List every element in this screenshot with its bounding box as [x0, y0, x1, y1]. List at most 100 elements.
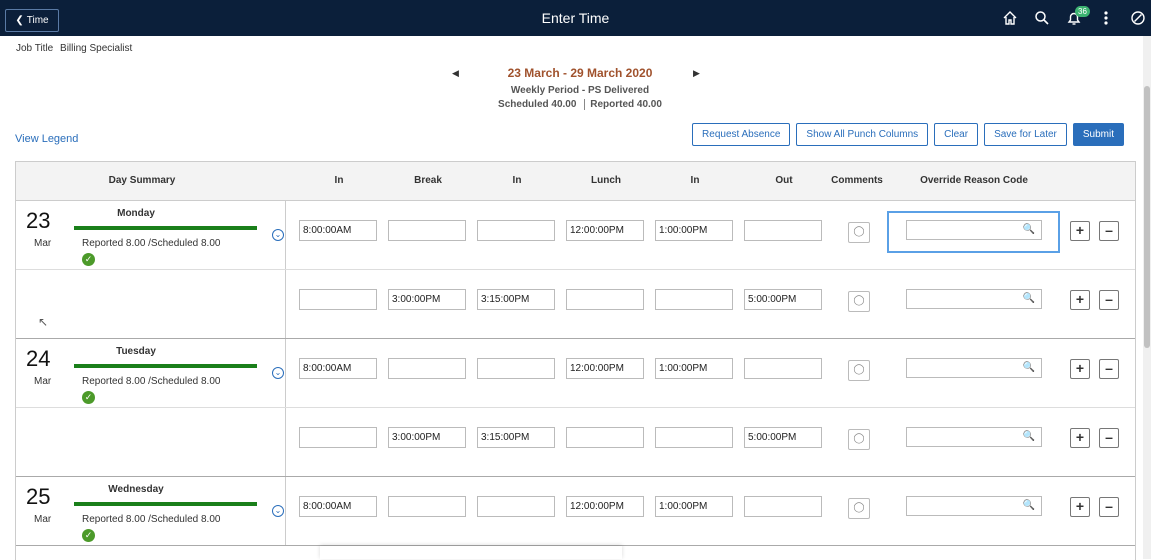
period-summary: 23 March - 29 March 2020 Weekly Period -… — [450, 66, 710, 110]
remove-row-button[interactable]: – — [1099, 497, 1119, 517]
punch-time-input[interactable]: 5:00:00PM — [744, 427, 822, 448]
search-icon[interactable]: 🔍 — [1023, 500, 1035, 511]
punch-time-input[interactable]: 1:00:00PM — [655, 358, 733, 379]
scrollbar[interactable] — [1143, 36, 1151, 559]
grid-body: 23 Mar Monday Reported 8.00 /Scheduled 8.00… — [16, 201, 1135, 546]
column-header: Out — [775, 175, 793, 186]
remove-row-button[interactable]: – — [1099, 359, 1119, 379]
punch-time-input[interactable]: 5:00:00PM — [744, 289, 822, 310]
override-reason-input[interactable]: 🔍 — [906, 289, 1042, 309]
punch-time-input[interactable] — [477, 220, 555, 241]
punch-time-input[interactable]: 3:15:00PM — [477, 427, 555, 448]
punch-time-input[interactable]: 1:00:00PM — [655, 496, 733, 517]
add-row-button[interactable]: + — [1070, 428, 1090, 448]
punch-time-input[interactable] — [299, 289, 377, 310]
override-reason-input[interactable]: 🔍 — [906, 220, 1042, 240]
comment-icon[interactable]: ◯ — [848, 429, 870, 450]
punch-time-input[interactable] — [566, 427, 644, 448]
remove-row-button[interactable]: – — [1099, 428, 1119, 448]
column-header: Break — [414, 175, 442, 186]
column-header: In — [512, 175, 522, 186]
punch-row: 3:00:00PM 3:15:00PM 5:00:00PM ◯ 🔍 + – — [16, 407, 1135, 476]
add-row-button[interactable]: + — [1070, 359, 1090, 379]
column-header: In — [334, 175, 344, 186]
punch-row: 3:00:00PM 3:15:00PM 5:00:00PM ◯ 🔍 + – — [16, 269, 1135, 338]
punch-time-input[interactable]: 3:15:00PM — [477, 289, 555, 310]
punch-time-input[interactable] — [744, 358, 822, 379]
chevron-left-icon: ❮ — [15, 15, 24, 26]
compass-icon[interactable] — [1125, 0, 1151, 36]
punch-time-input[interactable]: 12:00:00PM — [566, 358, 644, 379]
punch-time-input[interactable] — [566, 289, 644, 310]
bell-icon[interactable]: 36 — [1061, 0, 1090, 36]
header-icons: 36 — [991, 0, 1151, 36]
punch-time-input[interactable]: 8:00:00AM — [299, 220, 377, 241]
remove-row-button[interactable]: – — [1099, 221, 1119, 241]
period-range: 23 March - 29 March 2020 — [507, 66, 653, 80]
save-for-later-button[interactable]: Save for Later — [984, 123, 1067, 146]
comment-icon[interactable]: ◯ — [848, 291, 870, 312]
more-icon[interactable] — [1093, 0, 1119, 36]
punch-time-input[interactable] — [477, 496, 555, 517]
override-reason-input[interactable]: 🔍 — [906, 358, 1042, 378]
top-bar: ❮ Time Enter Time 36 — [0, 0, 1151, 36]
job-title-value: Billing Specialist — [60, 43, 133, 54]
punch-time-input[interactable]: 12:00:00PM — [566, 220, 644, 241]
mouse-cursor-icon: ↖ — [38, 315, 49, 329]
request-absence-button[interactable]: Request Absence — [692, 123, 791, 146]
view-legend-link[interactable]: View Legend — [15, 133, 78, 145]
day-group: 23 Mar Monday Reported 8.00 /Scheduled 8.00… — [16, 201, 1135, 339]
back-button[interactable]: ❮ Time — [5, 9, 59, 32]
punch-time-input[interactable] — [655, 289, 733, 310]
punch-time-input[interactable] — [655, 427, 733, 448]
time-grid: Day Summary In Break In Lunch In Out Com… — [15, 161, 1136, 560]
punch-row: 8:00:00AM 12:00:00PM 1:00:00PM ◯ 🔍 + – — [16, 201, 1135, 269]
add-row-button[interactable]: + — [1070, 290, 1090, 310]
punch-time-input[interactable] — [388, 220, 466, 241]
period-type: Weekly Period - PS Delivered — [510, 85, 650, 96]
column-header: In — [690, 175, 700, 186]
column-header: Override Reason Code — [920, 175, 1028, 186]
reported-value: 40.00 — [636, 99, 662, 110]
add-row-button[interactable]: + — [1070, 221, 1090, 241]
home-icon[interactable] — [997, 0, 1023, 36]
comment-icon[interactable]: ◯ — [848, 222, 870, 243]
search-icon[interactable] — [1029, 0, 1055, 36]
punch-time-input[interactable]: 8:00:00AM — [299, 496, 377, 517]
comment-icon[interactable]: ◯ — [848, 360, 870, 381]
column-header: Comments — [831, 175, 883, 186]
column-header: Day Summary — [108, 175, 176, 186]
punch-time-input[interactable] — [388, 358, 466, 379]
override-reason-input[interactable]: 🔍 — [906, 427, 1042, 447]
popup-panel — [320, 546, 622, 559]
punch-time-input[interactable] — [388, 496, 466, 517]
punch-time-input[interactable]: 3:00:00PM — [388, 427, 466, 448]
scheduled-label: Scheduled — [498, 99, 549, 110]
punch-time-input[interactable] — [299, 427, 377, 448]
search-icon[interactable]: 🔍 — [1023, 362, 1035, 373]
search-icon[interactable]: 🔍 — [1023, 293, 1035, 304]
day-group: 25 Mar Wednesday Reported 8.00 /Scheduled 8… — [16, 477, 1135, 546]
search-icon[interactable]: 🔍 — [1023, 431, 1035, 442]
punch-row: 8:00:00AM 12:00:00PM 1:00:00PM ◯ 🔍 + – — [16, 477, 1135, 545]
punch-row: 8:00:00AM 12:00:00PM 1:00:00PM ◯ 🔍 + – — [16, 339, 1135, 407]
comment-icon[interactable]: ◯ — [848, 498, 870, 519]
submit-button[interactable]: Submit — [1072, 123, 1124, 146]
scrollbar-thumb[interactable] — [1144, 86, 1150, 348]
punch-time-input[interactable] — [477, 358, 555, 379]
job-title-label: Job Title — [16, 43, 54, 54]
punch-time-input[interactable]: 3:00:00PM — [388, 289, 466, 310]
show-all-punch-columns-button[interactable]: Show All Punch Columns — [796, 123, 929, 146]
punch-time-input[interactable] — [744, 496, 822, 517]
job-title: Job Title Billing Specialist — [16, 43, 132, 54]
override-reason-input[interactable]: 🔍 — [906, 496, 1042, 516]
add-row-button[interactable]: + — [1070, 497, 1090, 517]
punch-time-input[interactable]: 8:00:00AM — [299, 358, 377, 379]
search-icon[interactable]: 🔍 — [1023, 224, 1035, 235]
remove-row-button[interactable]: – — [1099, 290, 1119, 310]
punch-time-input[interactable]: 12:00:00PM — [566, 496, 644, 517]
punch-time-input[interactable] — [744, 220, 822, 241]
punch-time-input[interactable]: 1:00:00PM — [655, 220, 733, 241]
grid-header: Day Summary In Break In Lunch In Out Com… — [16, 162, 1135, 201]
clear-button[interactable]: Clear — [934, 123, 979, 146]
